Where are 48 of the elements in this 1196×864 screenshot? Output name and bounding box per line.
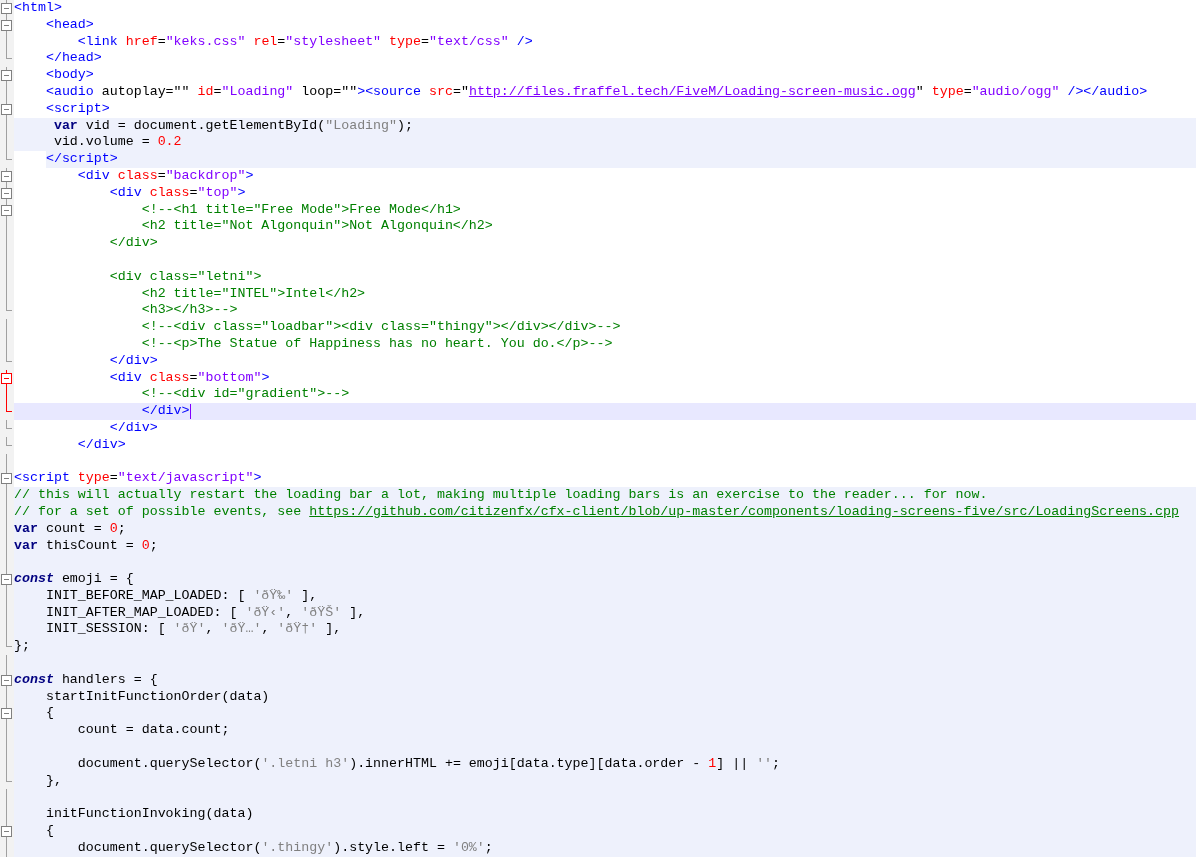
code-line: <div class="backdrop"> bbox=[76, 167, 254, 185]
code-line: <script> bbox=[44, 100, 110, 118]
code-line: <!--<div id="gradient">--> bbox=[140, 386, 350, 404]
code-line: <h2 title="Not Algonquin">Not Algonquin</h2> bbox=[140, 218, 493, 236]
code-line: const emoji = { bbox=[14, 571, 134, 588]
code-line: </div> bbox=[108, 352, 158, 370]
code-line: </div> bbox=[140, 403, 190, 420]
link[interactable]: http://files.fraffel.tech/FiveM/Loading-screen-music.ogg bbox=[468, 84, 916, 101]
code-line: <!--<div class="loadbar"><div class="thingy"></div></div>--> bbox=[140, 319, 621, 336]
code-line: const handlers = { bbox=[14, 671, 158, 689]
code-line: // for a set of possible events, see https://github.com/citizenfx/cfx-client/blob/up-master/components/loading-screens-five/src/LoadingScreens.cpp bbox=[14, 503, 1179, 521]
code-line: <div class="letni"> bbox=[108, 268, 262, 286]
code-line: }, bbox=[44, 772, 62, 790]
link[interactable]: https://github.com/citizenfx/cfx-client/blob/up-master/components/loading-screens-five/src/LoadingScreens.cpp bbox=[309, 503, 1179, 521]
code-line: document.querySelector('.letni h3').innerHTML += emoji[data.type][data.order - 1] || ''; bbox=[76, 755, 781, 773]
code-line: INIT_AFTER_MAP_LOADED: [ 'ðŸ‹', 'ðŸŠ' ], bbox=[44, 604, 366, 622]
code-line: startInitFunctionOrder(data) bbox=[44, 688, 270, 706]
code-line: var count = 0; bbox=[14, 520, 126, 538]
code-line: <!--<h1 title="Free Mode">Free Mode</h1> bbox=[140, 201, 461, 219]
code-line: { bbox=[44, 823, 54, 840]
code-line: <!--<p>The Statue of Happiness has no heart. You do.</p>--> bbox=[140, 335, 613, 353]
code-line: </div> bbox=[108, 419, 158, 437]
code-line: var vid = document.getElementById("Loading"); bbox=[52, 117, 413, 135]
code-line: document.querySelector('.thingy').style.left = '0%'; bbox=[76, 839, 493, 857]
code-line: <body> bbox=[44, 67, 94, 84]
code-line: vid.volume = 0.2 bbox=[52, 134, 182, 152]
code-line: { bbox=[44, 705, 54, 723]
code-line: var thisCount = 0; bbox=[14, 537, 158, 555]
code-line: </div> bbox=[76, 436, 126, 454]
code-line: <h2 title="INTEL">Intel</h2> bbox=[140, 285, 366, 303]
code-line: <head> bbox=[44, 16, 94, 34]
code-line: <div class="top"> bbox=[108, 184, 246, 202]
code-line: }; bbox=[14, 638, 30, 656]
code-line: initFunctionInvoking(data) bbox=[44, 806, 254, 824]
code-line: <link href="keks.css" rel="stylesheet" type="text/css" /> bbox=[76, 33, 533, 51]
code-line: <div class="bottom"> bbox=[108, 369, 270, 387]
code-line: </div> bbox=[108, 235, 158, 252]
code-line: <script type="text/javascript"> bbox=[14, 470, 262, 488]
text-cursor bbox=[189, 404, 191, 420]
code-line: INIT_SESSION: [ 'ðŸ', 'ðŸ…', 'ðŸ†' ], bbox=[44, 621, 342, 639]
code-line: INIT_BEFORE_MAP_LOADED: [ 'ðŸ‰' ], bbox=[44, 587, 318, 605]
code-line: <h3></h3>--> bbox=[140, 302, 238, 320]
code-line: </head> bbox=[44, 50, 102, 68]
code-line: <audio autoplay="" id="Loading" loop=""><source src="http://files.fraffel.tech/FiveM/Loading-screen-music.ogg" type="audio/ogg" /></audio> bbox=[44, 84, 1148, 101]
code-line: // this will actually restart the loading bar a lot, making multiple loading bars is an exercise to the reader... for now. bbox=[14, 487, 988, 504]
code-line: count = data.count; bbox=[76, 722, 230, 740]
code-line: </script> bbox=[45, 151, 118, 168]
code-line: <html> bbox=[14, 0, 62, 17]
